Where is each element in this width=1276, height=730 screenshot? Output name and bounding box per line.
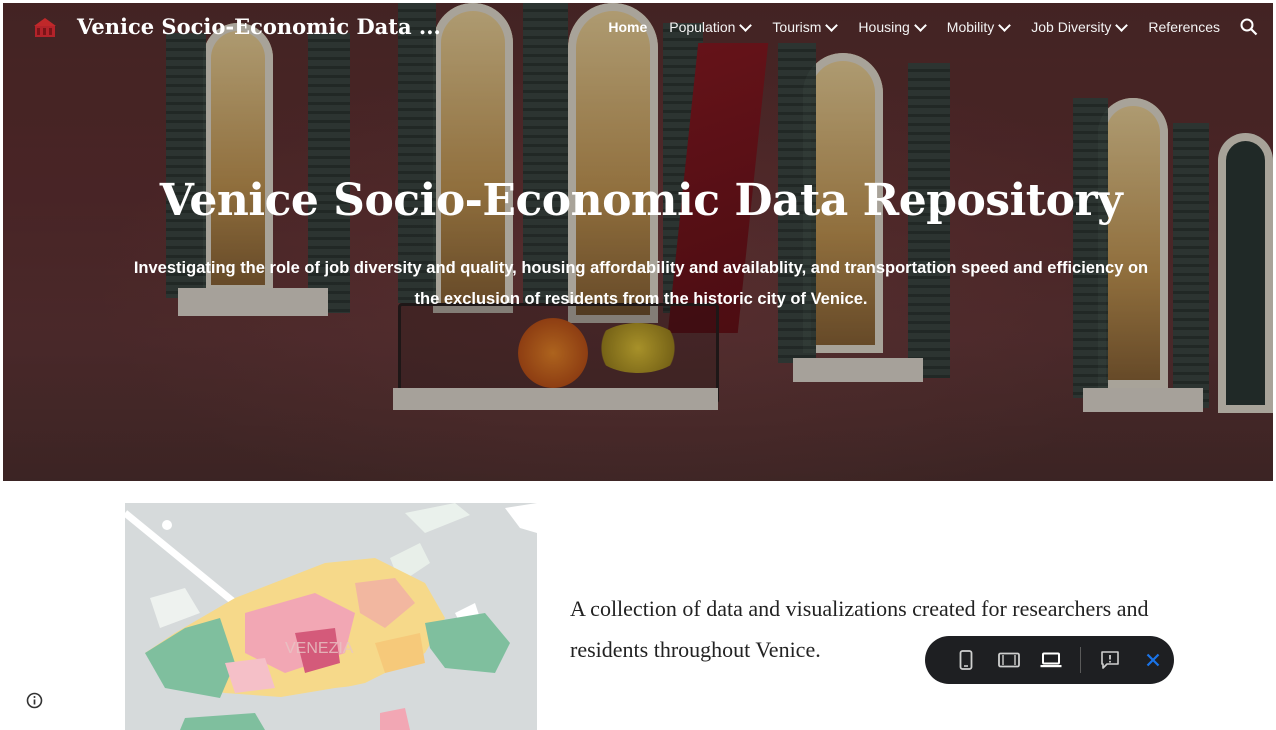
- hero-subtitle: Investigating the role of job diversity …: [133, 259, 1149, 308]
- laptop-preview-button[interactable]: [1030, 636, 1072, 684]
- search-icon[interactable]: [1240, 18, 1258, 36]
- nav-item-population[interactable]: Population: [669, 18, 753, 35]
- nav-item-label: Home: [608, 19, 648, 35]
- nav-item-job-diversity[interactable]: Job Diversity: [1031, 18, 1129, 35]
- chevron-down-icon[interactable]: [998, 18, 1012, 32]
- tablet-preview-icon: [997, 652, 1020, 668]
- nav-item-label: References: [1148, 19, 1220, 35]
- toolbar-divider: [1080, 647, 1082, 673]
- close-toolbar-button[interactable]: [1132, 636, 1174, 684]
- hero-overlay: [3, 3, 1273, 481]
- report-abuse-button[interactable]: [1089, 636, 1131, 684]
- preview-toolbar: [925, 636, 1174, 684]
- hero-title: Venice Socio-Economic Data Repository: [159, 175, 1123, 226]
- nav-menu: Home Population Tourism Housing Mobility…: [608, 18, 1220, 35]
- chevron-down-icon[interactable]: [825, 18, 839, 32]
- chevron-down-icon[interactable]: [739, 18, 753, 32]
- phone-preview-button[interactable]: [945, 636, 987, 684]
- chevron-down-icon[interactable]: [913, 18, 927, 32]
- info-icon[interactable]: [26, 692, 43, 709]
- venice-map-image: VENEZIA: [125, 503, 537, 730]
- laptop-preview-icon: [1040, 652, 1062, 668]
- nav-item-mobility[interactable]: Mobility: [946, 18, 1012, 35]
- nav-item-label: Population: [669, 19, 736, 35]
- nav-item-home[interactable]: Home: [608, 19, 647, 35]
- nav-item-references[interactable]: References: [1148, 19, 1220, 35]
- nav-item-tourism[interactable]: Tourism: [772, 18, 839, 35]
- nav-item-housing[interactable]: Housing: [858, 18, 927, 35]
- site-logo-icon[interactable]: [32, 16, 58, 38]
- nav-item-label: Housing: [858, 19, 910, 35]
- map-label: VENEZIA: [285, 640, 354, 657]
- phone-preview-icon: [959, 650, 973, 670]
- chevron-down-icon[interactable]: [1115, 18, 1129, 32]
- close-icon: [1146, 653, 1160, 667]
- report-abuse-icon: [1101, 651, 1120, 669]
- nav-item-label: Job Diversity: [1031, 19, 1112, 35]
- hero-banner: Venice Socio-Economic Data Repository In…: [3, 3, 1273, 481]
- tablet-preview-button[interactable]: [987, 636, 1029, 684]
- top-navigation: Venice Socio-Economic Data ... Home Popu…: [0, 0, 1276, 56]
- nav-item-label: Tourism: [772, 19, 822, 35]
- nav-item-label: Mobility: [946, 19, 995, 35]
- site-title[interactable]: Venice Socio-Economic Data ...: [77, 14, 441, 39]
